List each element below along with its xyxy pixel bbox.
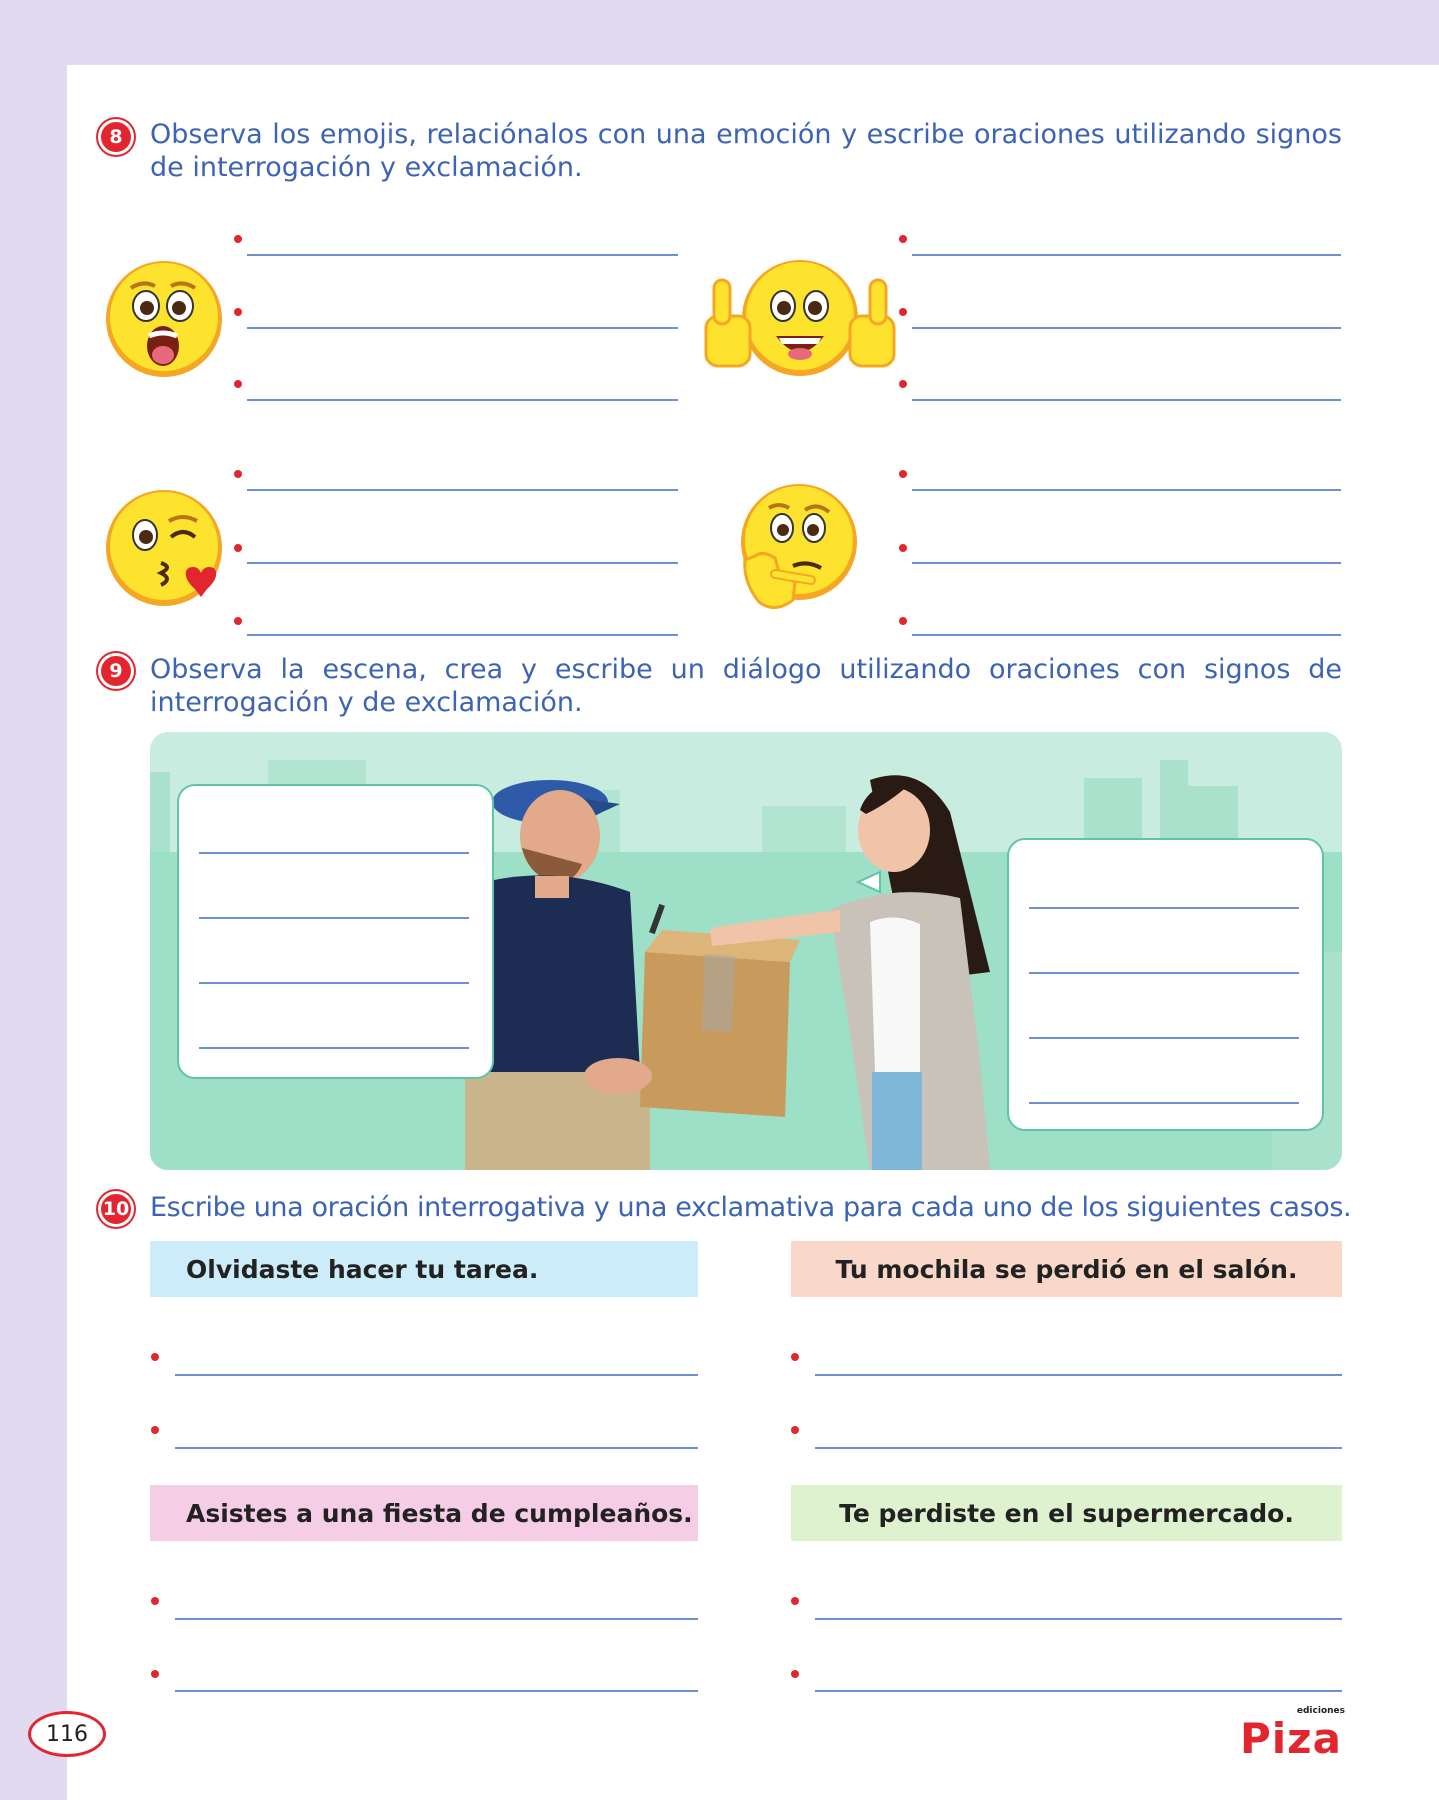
answer-line[interactable] xyxy=(912,489,1341,491)
page-number: 116 xyxy=(28,1711,106,1757)
bullet xyxy=(234,544,242,552)
bullet xyxy=(151,1597,159,1605)
answer-line[interactable] xyxy=(247,399,678,401)
bullet xyxy=(899,235,907,243)
exercise-9-instruction: Observa la escena, crea y escribe un diá… xyxy=(150,654,1342,718)
surprised-face-icon xyxy=(106,261,222,377)
kiss-heart-face-icon xyxy=(106,490,222,606)
dialogue-line[interactable] xyxy=(199,852,469,854)
dialogue-line[interactable] xyxy=(1029,1037,1299,1039)
exercise-8-number: 8 xyxy=(101,122,131,152)
answer-line[interactable] xyxy=(247,489,678,491)
answer-line[interactable] xyxy=(912,254,1341,256)
answer-line[interactable] xyxy=(912,634,1341,636)
publisher-logo: ediciones Piza xyxy=(1240,1706,1345,1763)
answer-line[interactable] xyxy=(912,327,1341,329)
speech-bubble-left xyxy=(177,784,494,1079)
bullet xyxy=(151,1353,159,1361)
bullet xyxy=(151,1670,159,1678)
bullet xyxy=(791,1353,799,1361)
exercise-10-instruction: Escribe una oración interrogativa y una … xyxy=(150,1192,1352,1223)
thumbs-up-happy-face-icon xyxy=(704,260,896,376)
answer-line[interactable] xyxy=(815,1618,1342,1620)
bullet xyxy=(234,380,242,388)
bullet xyxy=(899,308,907,316)
bullet xyxy=(899,380,907,388)
case-label-birthday: Asistes a una fiesta de cumpleaños. xyxy=(150,1485,698,1541)
answer-line[interactable] xyxy=(912,399,1341,401)
case-label-supermarket: Te perdiste en el supermercado. xyxy=(791,1485,1342,1541)
bullet xyxy=(899,470,907,478)
answer-line[interactable] xyxy=(175,1447,698,1449)
case-label-homework: Olvidaste hacer tu tarea. xyxy=(150,1241,698,1297)
exercise-10-number: 10 xyxy=(101,1194,131,1224)
dialogue-line[interactable] xyxy=(199,917,469,919)
answer-line[interactable] xyxy=(247,254,678,256)
answer-line[interactable] xyxy=(175,1690,698,1692)
bullet xyxy=(899,617,907,625)
bullet xyxy=(791,1670,799,1678)
bullet xyxy=(791,1597,799,1605)
exercise-9-number: 9 xyxy=(101,656,131,686)
answer-line[interactable] xyxy=(247,562,678,564)
answer-line[interactable] xyxy=(815,1690,1342,1692)
dialogue-line[interactable] xyxy=(1029,972,1299,974)
thinking-face-icon xyxy=(741,484,857,609)
answer-line[interactable] xyxy=(175,1374,698,1376)
bullet xyxy=(791,1426,799,1434)
case-label-backpack: Tu mochila se perdió en el salón. xyxy=(791,1241,1342,1297)
bullet xyxy=(234,470,242,478)
answer-line[interactable] xyxy=(175,1618,698,1620)
bullet xyxy=(234,308,242,316)
dialogue-line[interactable] xyxy=(1029,907,1299,909)
answer-line[interactable] xyxy=(912,562,1341,564)
answer-line[interactable] xyxy=(815,1374,1342,1376)
logo-brand: Piza xyxy=(1240,1714,1342,1763)
answer-line[interactable] xyxy=(247,634,678,636)
bullet xyxy=(234,235,242,243)
dialogue-line[interactable] xyxy=(1029,1102,1299,1104)
dialogue-line[interactable] xyxy=(199,1047,469,1049)
bullet xyxy=(151,1426,159,1434)
bullet xyxy=(234,617,242,625)
dialogue-line[interactable] xyxy=(199,982,469,984)
answer-line[interactable] xyxy=(815,1447,1342,1449)
bullet xyxy=(899,544,907,552)
speech-bubble-right xyxy=(1007,838,1324,1131)
exercise-8-instruction: Observa los emojis, relaciónalos con una… xyxy=(150,119,1342,183)
answer-line[interactable] xyxy=(247,327,678,329)
